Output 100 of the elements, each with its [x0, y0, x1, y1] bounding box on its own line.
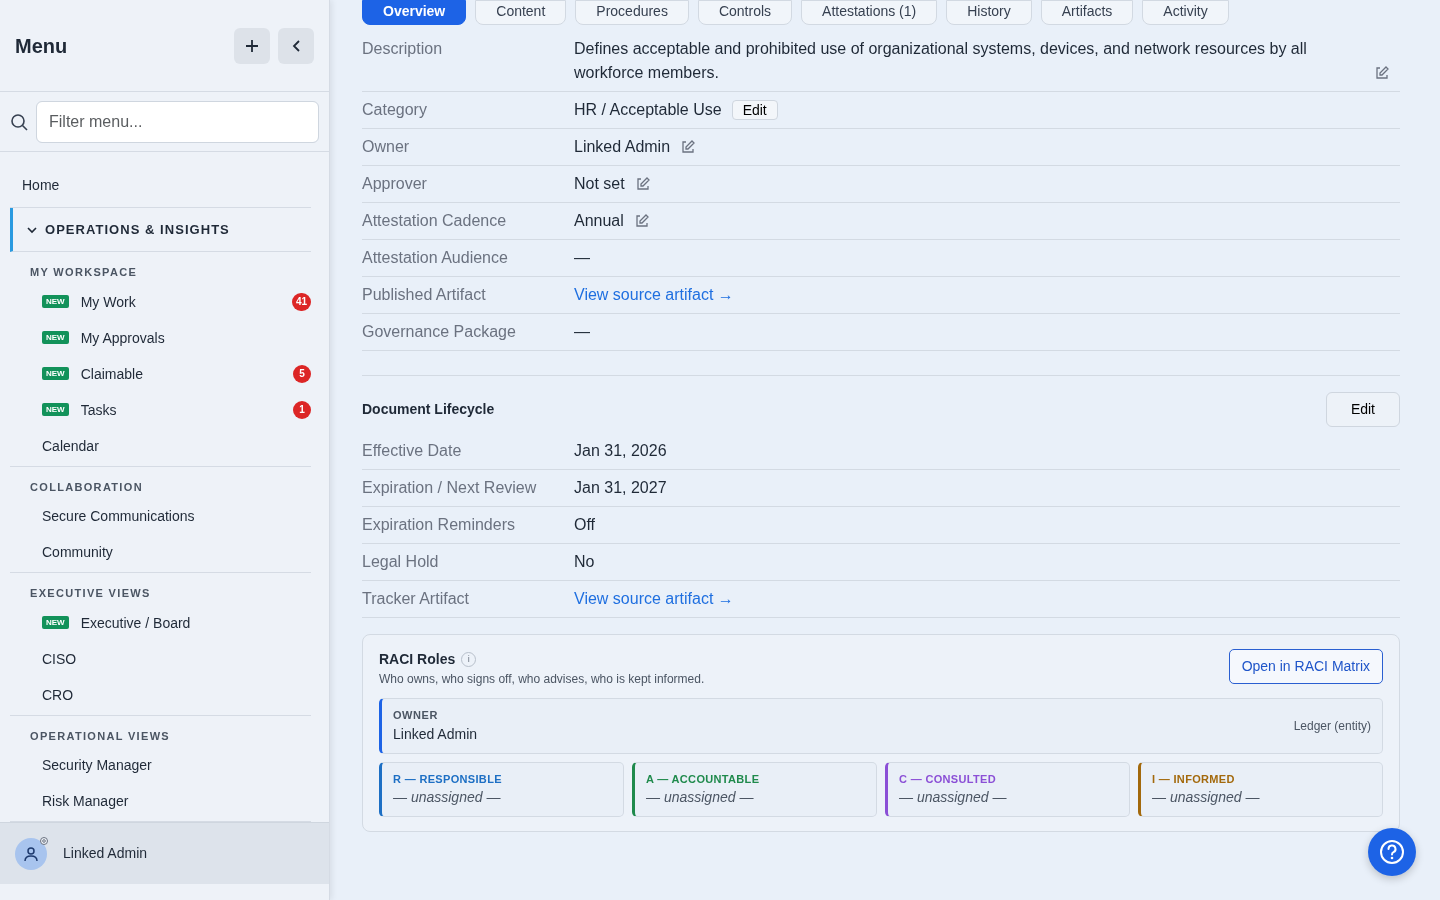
nav-item[interactable]: CISO [10, 640, 311, 677]
field-label: Tracker Artifact [362, 589, 470, 609]
gear-icon [39, 835, 49, 846]
tab[interactable]: Procedures [575, 0, 689, 25]
edit-icon [680, 139, 697, 155]
nav-item[interactable]: NEW My Approvals [10, 319, 311, 356]
edit-icon [634, 176, 651, 192]
collapse-button[interactable] [278, 27, 314, 64]
nav-item[interactable]: Risk Manager [10, 783, 311, 819]
field-label: Approver [362, 174, 428, 194]
section-title: OPERATIONAL VIEWS [29, 728, 171, 744]
help-button[interactable] [1368, 828, 1416, 876]
role-value: — unassigned — [646, 788, 755, 807]
owner-name: Linked Admin [393, 724, 478, 744]
nav-label: Risk Manager [42, 792, 130, 811]
tab[interactable]: Content [475, 0, 567, 25]
chevron-icon [27, 225, 37, 234]
new-tag: NEW [42, 331, 69, 344]
nav-item[interactable]: NEW Tasks 1 [10, 391, 311, 428]
field-value: — [574, 323, 590, 340]
nav-item[interactable]: NEW Executive / Board [10, 604, 311, 641]
field-label: Attestation Audience [362, 248, 509, 268]
count-badge: 5 [293, 364, 311, 383]
field-label: Effective Date [362, 441, 463, 461]
nav-label: Claimable [80, 364, 144, 384]
owner-source: Ledger (entity) [1293, 717, 1371, 735]
filter-field[interactable]: Filter menu... [36, 100, 319, 143]
source-link[interactable]: View source artifact → [574, 590, 734, 607]
tab[interactable]: Activity [1142, 0, 1229, 25]
field-value: HR / Acceptable Use [574, 101, 722, 118]
nav-label: CISO [42, 649, 78, 669]
search-icon [10, 112, 28, 131]
field-label: Governance Package [362, 322, 517, 342]
chevron-left-icon [291, 39, 301, 52]
nav-item[interactable]: CRO [10, 676, 311, 713]
new-tag: NEW [42, 367, 69, 380]
card-title: RACI Roles [379, 650, 456, 669]
user-name: Linked Admin [63, 844, 148, 863]
tab[interactable]: History [946, 0, 1032, 25]
role-label: R — RESPONSIBLE [393, 771, 503, 787]
nav-item[interactable]: NEW My Work 41 [10, 283, 311, 320]
section-title: MY WORKSPACE [29, 265, 139, 280]
edit-button[interactable]: Edit [1325, 392, 1400, 427]
field-label: Description [362, 39, 444, 59]
field-value: — [574, 249, 590, 266]
plus-icon [245, 38, 259, 53]
count-badge: 1 [293, 400, 311, 419]
role-value: — unassigned — [1152, 788, 1261, 807]
avatar[interactable] [15, 837, 47, 870]
field-value: No [574, 553, 595, 570]
nav-label: My Approvals [80, 328, 166, 348]
tab[interactable]: Overview [362, 0, 467, 25]
menu-title: Menu [15, 33, 68, 59]
nav-item[interactable]: Home [10, 162, 311, 208]
field-label: Expiration Reminders [362, 515, 516, 535]
field-value: Jan 31, 2026 [574, 442, 667, 459]
edit-icon [633, 213, 650, 229]
edit-icon [1374, 65, 1390, 81]
open-matrix-button[interactable]: Open in RACI Matrix [1228, 649, 1383, 684]
tab[interactable]: Attestations (1) [801, 0, 938, 25]
field-label: Owner [362, 137, 411, 157]
role-value: — unassigned — [393, 788, 502, 807]
nav-label: My Work [80, 292, 137, 312]
field-value: Annual [574, 211, 624, 231]
nav-item[interactable]: NEW Claimable 5 [10, 355, 311, 392]
nav-item[interactable]: Community [10, 534, 311, 570]
role-label: A — ACCOUNTABLE [646, 771, 761, 787]
field-value: Defines acceptable and prohibited use of organizational systems, devices, and network resources by all workforce members. [574, 39, 1308, 83]
role-label: I — INFORMED [1152, 771, 1236, 787]
role-label: OWNER [393, 708, 439, 723]
section-title: Document Lifecycle [362, 400, 495, 419]
tab[interactable]: Artifacts [1040, 0, 1134, 25]
group-header[interactable]: OPERATIONS & INSIGHTS [10, 208, 311, 252]
nav-label: CRO [42, 685, 75, 705]
nav-label: Security Manager [42, 756, 153, 775]
field-value: Not set [574, 174, 625, 194]
count-badge: 41 [291, 292, 311, 311]
new-tag: NEW [42, 616, 69, 629]
nav-label: Tasks [80, 400, 118, 420]
field-label: Category [362, 100, 428, 120]
field-value: Jan 31, 2027 [574, 479, 667, 496]
nav-item[interactable]: Security Manager [10, 747, 311, 783]
help-icon [1379, 839, 1405, 865]
edit-button[interactable]: Edit [731, 100, 778, 120]
field-value: Linked Admin [574, 137, 671, 157]
nav-label: Secure Communications [42, 507, 196, 526]
nav-label: Community [42, 543, 114, 562]
field-value: Off [574, 516, 596, 533]
nav-item[interactable]: Secure Communications [10, 498, 311, 534]
nav-label: Executive / Board [80, 613, 192, 633]
field-label: Attestation Cadence [362, 211, 508, 231]
new-tag: NEW [42, 403, 69, 416]
source-link[interactable]: View source artifact → [574, 286, 734, 303]
nav-item[interactable]: Calendar [10, 427, 311, 464]
person-icon [23, 845, 39, 862]
role-label: C — CONSULTED [899, 771, 997, 787]
section-title: COLLABORATION [29, 479, 144, 495]
section-title: EXECUTIVE VIEWS [29, 586, 152, 601]
add-button[interactable] [234, 27, 270, 64]
tab[interactable]: Controls [697, 0, 793, 25]
